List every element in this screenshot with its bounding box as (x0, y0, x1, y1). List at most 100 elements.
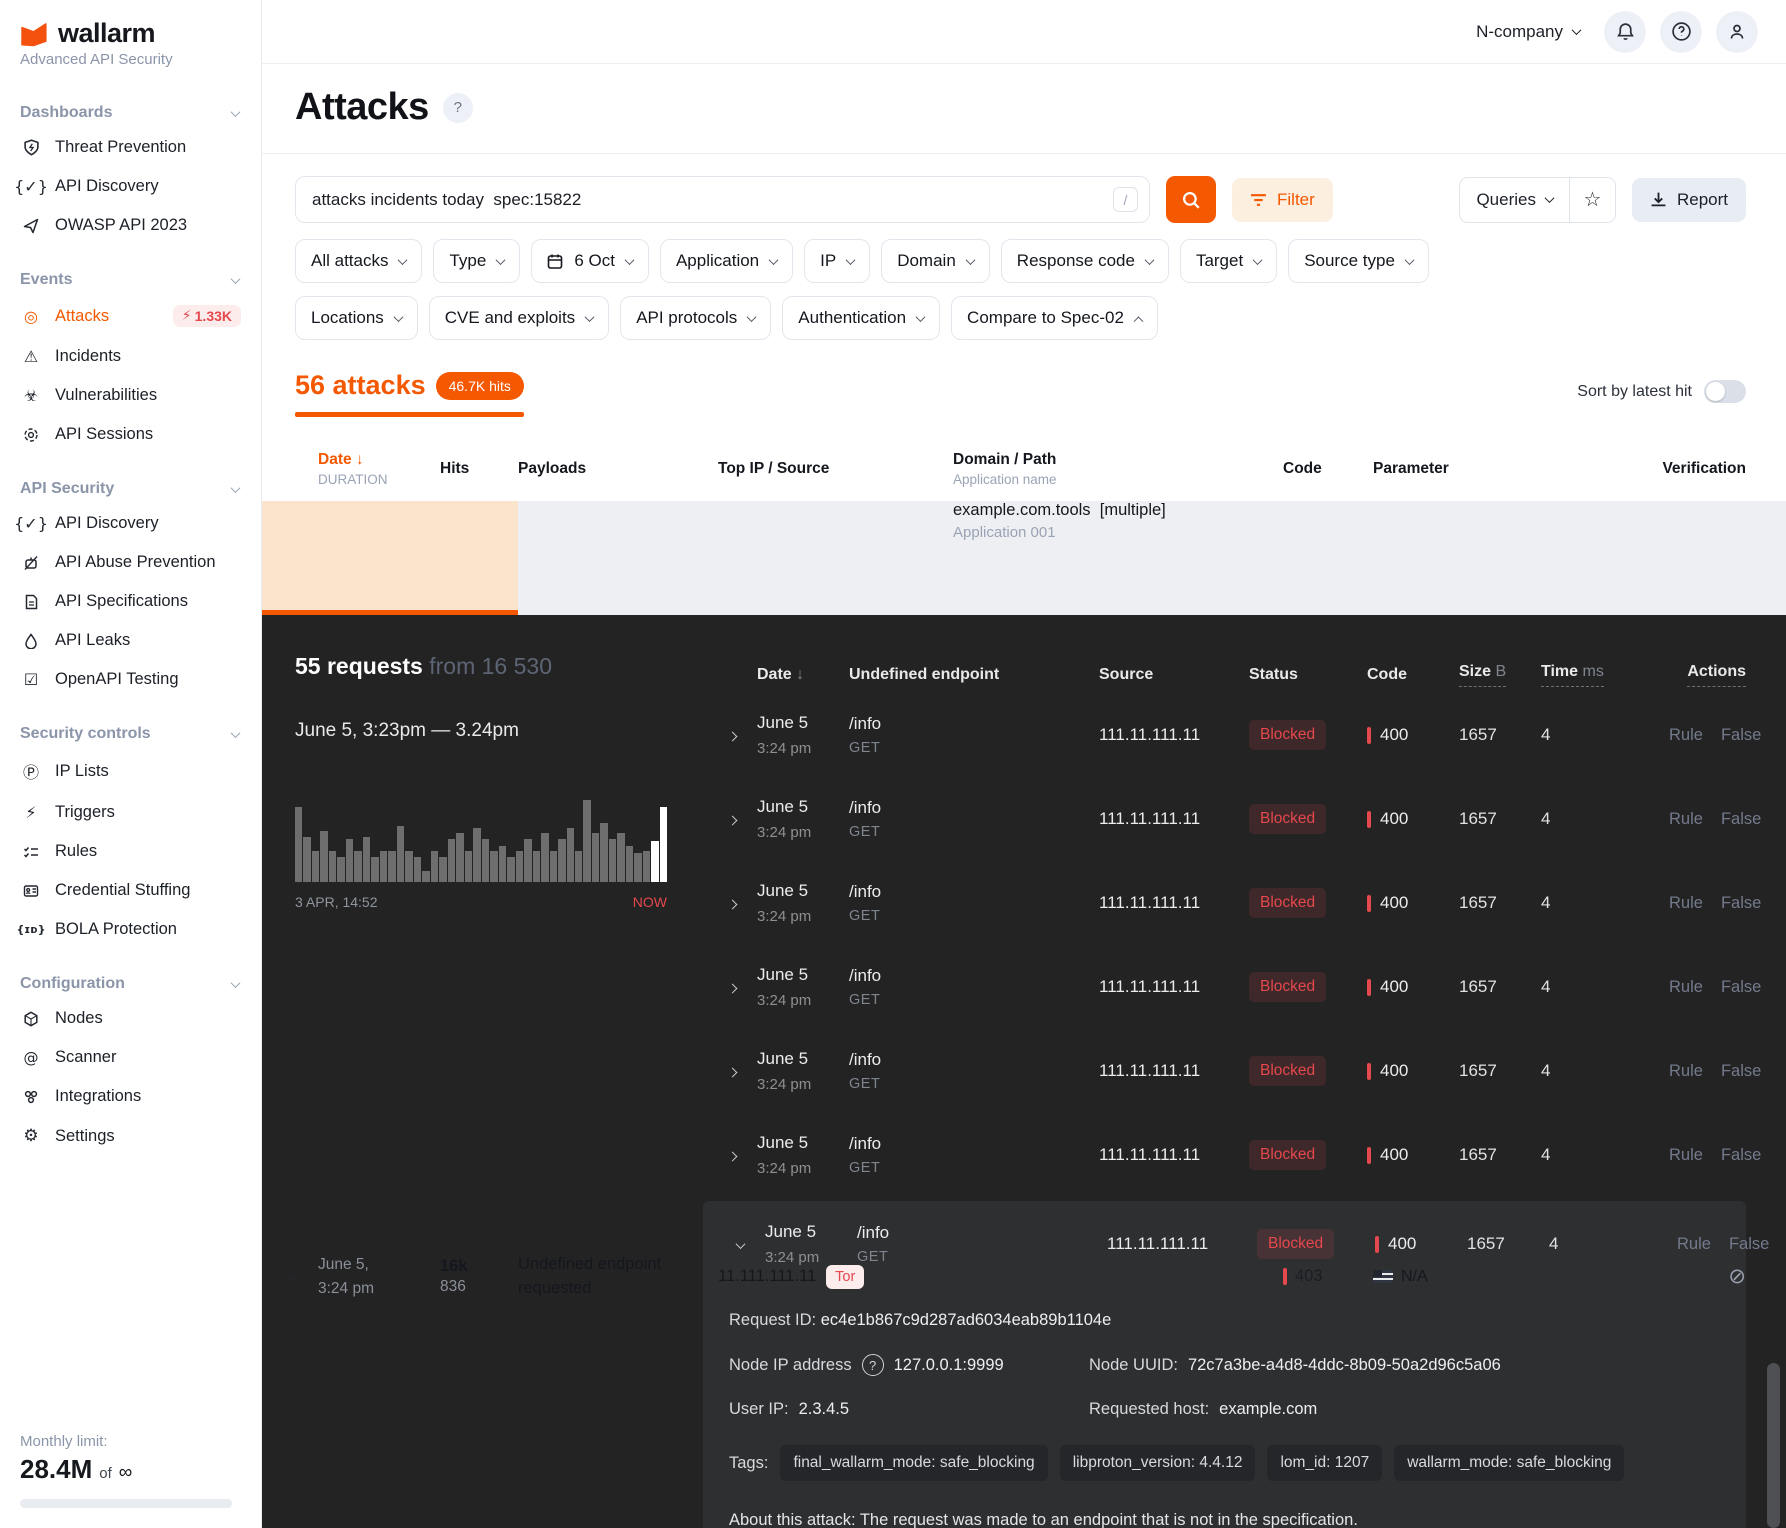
sidebar-item-bola-protection[interactable]: {ɪᴅ} BOLA Protection (0, 910, 261, 949)
sidebar-item-label: Triggers (55, 803, 115, 822)
brand[interactable]: wallarm (0, 18, 261, 49)
slash-shortcut-key: / (1113, 187, 1138, 212)
company-selector[interactable]: N-company (1476, 22, 1580, 42)
filter-chip-api-protocols[interactable]: API protocols (620, 296, 771, 340)
section-security-controls[interactable]: Security controls (0, 719, 261, 749)
search-button[interactable] (1166, 176, 1216, 223)
chevron-down-icon (496, 255, 506, 265)
requests-summary: 55 requests from 16 530 June 5, 3:23pm —… (295, 653, 680, 1528)
filter-chip-ip[interactable]: IP (804, 239, 870, 283)
braces-check-icon: {✓} (20, 514, 42, 533)
queries-button[interactable]: Queries (1460, 178, 1569, 222)
tab-attacks[interactable]: 56 attacks 46.7K hits (295, 370, 524, 417)
chevron-down-icon[interactable] (736, 1239, 746, 1249)
sidebar-item-vulnerabilities[interactable]: ☣ Vulnerabilities (0, 376, 261, 415)
sidebar-item-triggers[interactable]: ⚡ Triggers (0, 793, 261, 832)
sidebar-item-api-leaks[interactable]: API Leaks (0, 621, 261, 660)
attack-parameter: N/A (1373, 1268, 1633, 1286)
sidebar-item-nodes[interactable]: Nodes (0, 999, 261, 1038)
attack-verification[interactable]: ⊘ (1633, 1264, 1746, 1289)
sidebar-item-owasp-api-2023[interactable]: OWASP API 2023 (0, 206, 261, 245)
sidebar-item-api-sessions[interactable]: API Sessions (0, 415, 261, 454)
sidebar-item-scanner[interactable]: @ Scanner (0, 1038, 261, 1077)
help-icon (1671, 21, 1692, 42)
chevron-right-icon[interactable] (728, 899, 738, 909)
sidebar-item-threat-prevention[interactable]: Threat Prevention (0, 128, 261, 167)
queries-group: Queries ☆ (1459, 177, 1616, 223)
sidebar-item-ip-lists[interactable]: Ⓟ IP Lists (0, 749, 261, 793)
filter-chip-cve[interactable]: CVE and exploits (429, 296, 609, 340)
filter-chip-date[interactable]: 6 Oct (531, 239, 649, 283)
sidebar-item-attacks[interactable]: ◎ Attacks ⚡1.33K (0, 295, 261, 337)
col-code: Code (1283, 460, 1373, 478)
filter-chip-domain[interactable]: Domain (881, 239, 990, 283)
filter-button[interactable]: Filter (1232, 178, 1333, 222)
attacks-count-badge: ⚡1.33K (173, 305, 241, 327)
sidebar-item-api-specifications[interactable]: API Specifications (0, 582, 261, 621)
sidebar-item-credential-stuffing[interactable]: Credential Stuffing (0, 871, 261, 910)
wallarm-logo-icon (20, 21, 50, 47)
user-ip-label: User IP: (729, 1400, 789, 1419)
attack-row[interactable]: June 5, 3:24 pm 16k 836 Undefined endpoi… (262, 501, 1786, 615)
filter-chip-all-attacks[interactable]: All attacks (295, 239, 422, 283)
biohazard-icon: ☣ (20, 386, 42, 405)
shield-bolt-icon (20, 139, 42, 156)
filter-chip-target[interactable]: Target (1180, 239, 1277, 283)
sidebar-item-api-discovery[interactable]: {✓} API Discovery (0, 167, 261, 206)
filter-chip-application[interactable]: Application (660, 239, 793, 283)
node-ip-help-icon[interactable]: ? (862, 1354, 884, 1376)
help-button[interactable] (1660, 11, 1702, 53)
filter-chip-authentication[interactable]: Authentication (782, 296, 940, 340)
notifications-button[interactable] (1604, 11, 1646, 53)
chevron-right-icon[interactable] (728, 983, 738, 993)
requests-histogram[interactable] (295, 800, 667, 882)
chevron-down-icon (231, 274, 241, 284)
chevron-down-icon (231, 728, 241, 738)
chevron-right-icon[interactable] (728, 1067, 738, 1077)
chevron-down-icon (1404, 255, 1414, 265)
chevron-right-icon[interactable] (728, 731, 738, 741)
col-date[interactable]: Date ↓ (318, 451, 364, 468)
filter-chip-compare-spec[interactable]: Compare to Spec-02 (951, 296, 1158, 340)
attack-hits: 16k 836 (440, 1257, 518, 1296)
filter-chip-locations[interactable]: Locations (295, 296, 418, 340)
filter-chips: All attacks Type 6 Oct Application IP Do… (262, 223, 1786, 340)
profile-button[interactable] (1716, 11, 1758, 53)
hits-badge: 46.7K hits (436, 372, 524, 400)
sort-toggle[interactable] (1704, 380, 1746, 403)
attack-payload[interactable]: Undefined endpoint requested (518, 1253, 668, 1301)
sidebar-item-label: Attacks (55, 307, 109, 326)
section-api-security[interactable]: API Security (0, 474, 261, 504)
chevron-down-icon[interactable] (289, 1271, 299, 1281)
section-dashboards[interactable]: Dashboards (0, 98, 261, 128)
filter-chip-response-code[interactable]: Response code (1001, 239, 1169, 283)
search-input[interactable] (295, 176, 1150, 223)
filter-chip-type[interactable]: Type (433, 239, 520, 283)
chevron-right-icon[interactable] (728, 1151, 738, 1161)
page-help-button[interactable]: ? (443, 93, 473, 123)
report-button[interactable]: Report (1632, 178, 1746, 222)
attack-row-highlight (262, 501, 518, 615)
section-events[interactable]: Events (0, 265, 261, 295)
sidebar-item-settings[interactable]: ⚙ Settings (0, 1116, 261, 1156)
id-card-icon (20, 884, 42, 898)
sidebar-item-incidents[interactable]: ⚠ Incidents (0, 337, 261, 376)
page-header: Attacks ? (262, 64, 1786, 154)
filter-chip-source-type[interactable]: Source type (1288, 239, 1429, 283)
results-header: 56 attacks 46.7K hits Sort by latest hit (262, 340, 1786, 417)
chevron-right-icon[interactable] (728, 815, 738, 825)
attack-domain[interactable]: example.com.tools [multiple] Application… (953, 501, 1283, 1528)
favorite-button[interactable]: ☆ (1569, 178, 1615, 222)
sidebar-item-api-discovery-2[interactable]: {✓} API Discovery (0, 504, 261, 543)
monthly-limit-label: Monthly limit: (20, 1433, 241, 1450)
sidebar-item-integrations[interactable]: Integrations (0, 1077, 261, 1116)
sidebar-item-rules[interactable]: Rules (0, 832, 261, 871)
prohibited-icon: ⊘ (1728, 1265, 1746, 1288)
rcol-date[interactable]: Date ↓ (757, 666, 849, 684)
histogram-now-label: NOW (633, 894, 667, 910)
sidebar-item-openapi-testing[interactable]: ☑ OpenAPI Testing (0, 660, 261, 699)
attack-top-ip[interactable]: 11.111.111.11 Tor (718, 1265, 953, 1289)
chevron-down-icon (916, 312, 926, 322)
section-configuration[interactable]: Configuration (0, 969, 261, 999)
sidebar-item-api-abuse-prevention[interactable]: API Abuse Prevention (0, 543, 261, 582)
